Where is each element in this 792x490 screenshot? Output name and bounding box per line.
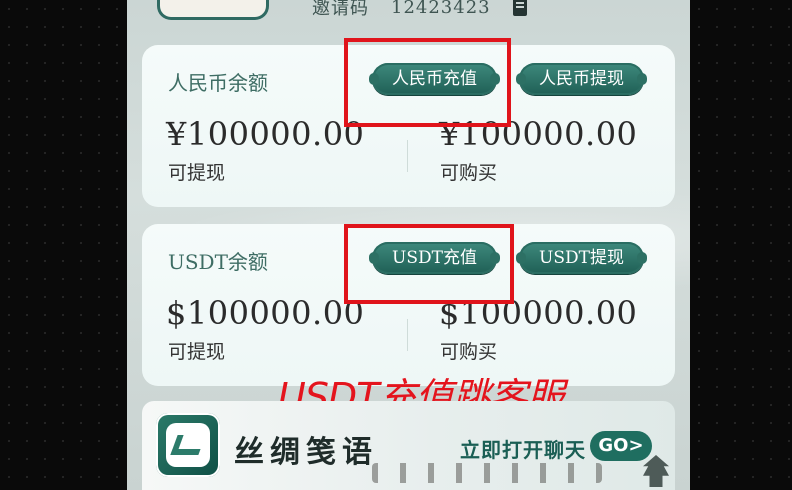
rmb-balance-title: 人民币余额	[168, 71, 268, 95]
divider	[407, 319, 408, 351]
app-logo-icon	[156, 413, 220, 477]
copy-icon[interactable]	[512, 0, 527, 16]
usdt-withdrawable-amount: $100000.00	[166, 294, 365, 332]
invite-code-row: 邀请码 12423423	[312, 0, 527, 20]
usdt-withdrawable-label: 可提现	[168, 341, 226, 363]
pagoda-icon	[643, 455, 669, 487]
highlight-box-rmb-recharge	[344, 38, 511, 127]
go-button[interactable]: GO>	[590, 431, 652, 461]
invite-code-value: 12423423	[391, 0, 491, 18]
rmb-withdraw-button[interactable]: 人民币提现	[516, 63, 647, 95]
avatar[interactable]	[157, 0, 269, 20]
rmb-withdrawable-amount: ¥100000.00	[166, 115, 365, 153]
left-background	[0, 0, 127, 490]
rmb-purchasable-label: 可购买	[440, 162, 498, 184]
usdt-withdraw-button[interactable]: USDT提现	[516, 242, 647, 274]
divider	[407, 140, 408, 172]
usdt-balance-title: USDT余额	[168, 250, 268, 274]
banner-cta: 立即打开聊天	[460, 438, 586, 462]
usdt-purchasable-label: 可购买	[440, 341, 498, 363]
right-background	[690, 0, 792, 490]
banner-brand: 丝绸笺语	[234, 435, 378, 470]
camel-caravan-icon	[372, 463, 602, 483]
highlight-box-usdt-recharge	[344, 224, 514, 304]
invite-code-label: 邀请码	[312, 0, 369, 19]
rmb-withdrawable-label: 可提现	[168, 162, 226, 184]
chat-banner[interactable]: 丝绸笺语 立即打开聊天 GO>	[142, 401, 675, 490]
